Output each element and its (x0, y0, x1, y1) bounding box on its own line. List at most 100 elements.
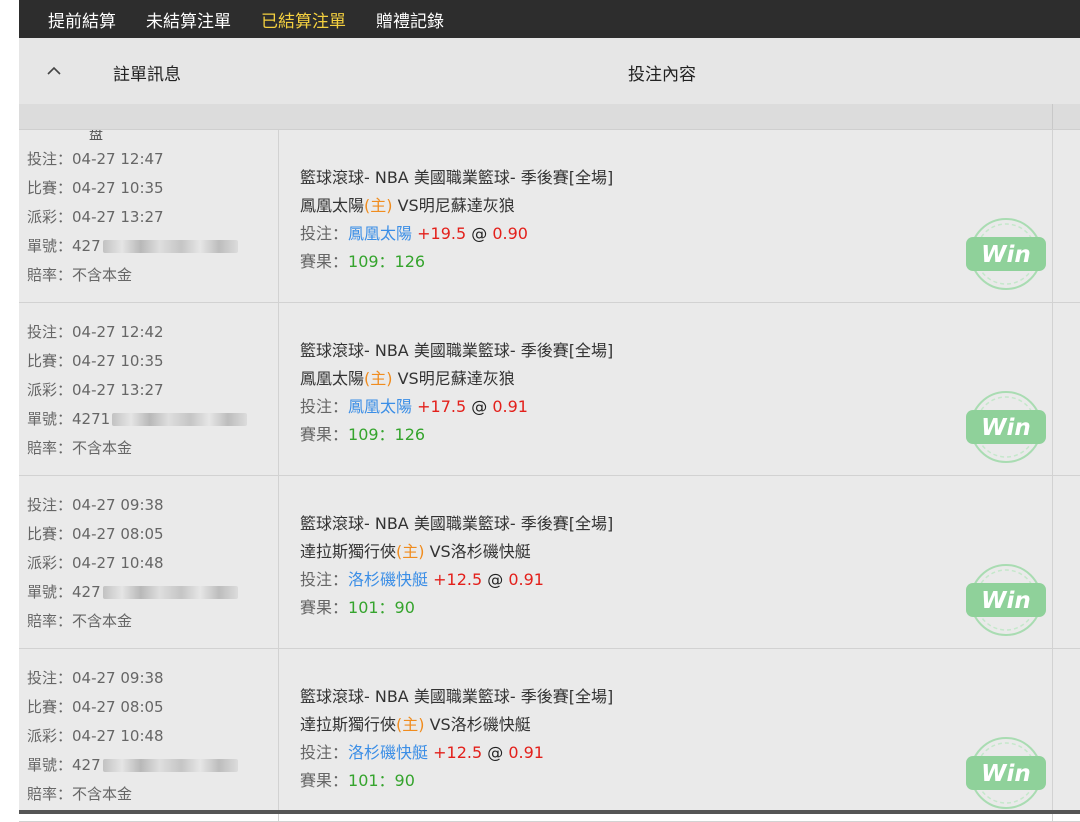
final-score: 101：90 (348, 771, 415, 790)
bet-pick: 投注：鳳凰太陽 +17.5 @ 0.91 (300, 393, 528, 417)
bet-history-panel: 提前結算 未結算注單 已結算注單 贈禮記錄 註單訊息 投注內容 盘 投注：04-… (19, 0, 1080, 822)
bet-row: 投注：04-27 12:42 比賽：04-27 10:35 派彩：04-27 1… (19, 303, 1080, 476)
order-number-text: 單號：427 (27, 237, 101, 255)
odds-value: 0.91 (492, 397, 528, 416)
pick-team: 洛杉磯快艇 (348, 570, 429, 589)
handicap: +17.5 (412, 397, 467, 416)
home-tag: (主) (364, 369, 393, 388)
win-badge-icon: Win (966, 391, 1046, 463)
handicap: +19.5 (412, 224, 467, 243)
bet-pick: 投注：洛杉磯快艇 +12.5 @ 0.91 (300, 739, 544, 763)
win-badge-icon: Win (966, 218, 1046, 290)
tab-settled-bets[interactable]: 已結算注單 (261, 7, 346, 32)
pick-team: 鳳凰太陽 (348, 397, 413, 416)
order-number: 單號：427 (27, 581, 238, 602)
home-team: 達拉斯獨行俠 (300, 542, 397, 561)
match-result: 賽果：109：126 (300, 248, 425, 272)
match-time: 比賽：04-27 08:05 (27, 698, 164, 716)
away-team: VS洛杉磯快艇 (424, 715, 531, 734)
match-time: 比賽：04-27 10:35 (27, 352, 164, 370)
order-number: 單號：427 (27, 754, 238, 775)
final-score: 109：126 (348, 252, 426, 271)
bet-content-cell: 籃球滾球- NBA 美國職業籃球- 季後賽[全場] 達拉斯獨行俠(主) VS洛杉… (279, 476, 1053, 648)
at-symbol: @ (466, 224, 493, 243)
odds-value: 0.90 (492, 224, 528, 243)
home-tag: (主) (396, 715, 425, 734)
odds-type: 賠率：不含本金 (27, 612, 133, 630)
win-badge-icon: Win (966, 564, 1046, 636)
handicap: +12.5 (428, 743, 483, 762)
at-symbol: @ (482, 570, 509, 589)
final-score: 109：126 (348, 425, 426, 444)
bet-info-cell: 投注：04-27 12:47 比賽：04-27 10:35 派彩：04-27 1… (19, 130, 279, 302)
league-name: 籃球滾球- NBA 美國職業籃球- 季後賽[全場] (300, 687, 614, 706)
odds-value: 0.91 (508, 570, 544, 589)
bet-time: 投注：04-27 09:38 (27, 496, 164, 514)
bet-info-cell: 投注：04-27 12:42 比賽：04-27 10:35 派彩：04-27 1… (19, 303, 279, 475)
bet-content-cell: 籃球滾球- NBA 美國職業籃球- 季後賽[全場] 鳳凰太陽(主) VS明尼蘇達… (279, 130, 1053, 302)
win-badge-text: Win (981, 415, 1031, 441)
tab-early-settlement[interactable]: 提前結算 (48, 7, 116, 32)
win-badge-icon: Win (966, 737, 1046, 809)
pick-team: 洛杉磯快艇 (348, 743, 429, 762)
column-header-bet-info: 註單訊息 (113, 65, 181, 85)
away-team: VS洛杉磯快艇 (424, 542, 531, 561)
bet-time: 投注：04-27 09:38 (27, 669, 164, 687)
order-number: 單號：427 (27, 235, 238, 256)
odds-type: 賠率：不含本金 (27, 266, 133, 284)
pick-label: 投注： (300, 570, 349, 589)
pick-label: 投注： (300, 743, 349, 762)
column-header-bet-content: 投注內容 (628, 65, 696, 85)
tab-unsettled-bets[interactable]: 未結算注單 (146, 7, 231, 32)
result-label: 賽果： (300, 771, 349, 790)
league-name: 籃球滾球- NBA 美國職業籃球- 季後賽[全場] (300, 514, 614, 533)
pick-label: 投注： (300, 397, 349, 416)
chevron-up-icon[interactable] (47, 64, 61, 78)
home-tag: (主) (396, 542, 425, 561)
result-label: 賽果： (300, 252, 349, 271)
handicap: +12.5 (428, 570, 483, 589)
odds-value: 0.91 (508, 743, 544, 762)
bet-time: 投注：04-27 12:47 (27, 150, 164, 168)
table-header: 註單訊息 投注內容 盘 (19, 38, 1080, 142)
payout-time: 派彩：04-27 10:48 (27, 554, 164, 572)
match-teams: 達拉斯獨行俠(主) VS洛杉磯快艇 (300, 711, 531, 735)
top-nav-tabs: 提前結算 未結算注單 已結算注單 贈禮記錄 (19, 0, 1080, 38)
at-symbol: @ (466, 397, 493, 416)
redacted-order-number (102, 586, 238, 599)
order-number-text: 單號：4271 (27, 410, 111, 428)
bet-time: 投注：04-27 12:42 (27, 323, 164, 341)
tab-gift-records[interactable]: 贈禮記錄 (376, 7, 444, 32)
match-result: 賽果：101：90 (300, 767, 415, 791)
sub-header-band (19, 104, 1080, 130)
home-team: 鳳凰太陽 (300, 369, 365, 388)
bet-content-cell: 籃球滾球- NBA 美國職業籃球- 季後賽[全場] 鳳凰太陽(主) VS明尼蘇達… (279, 303, 1053, 475)
league-name: 籃球滾球- NBA 美國職業籃球- 季後賽[全場] (300, 168, 614, 187)
final-score: 101：90 (348, 598, 415, 617)
payout-time: 派彩：04-27 13:27 (27, 208, 164, 226)
bet-info-cell: 投注：04-27 09:38 比賽：04-27 08:05 派彩：04-27 1… (19, 476, 279, 648)
result-label: 賽果： (300, 425, 349, 444)
home-tag: (主) (364, 196, 393, 215)
away-team: VS明尼蘇達灰狼 (392, 369, 515, 388)
order-number: 單號：4271 (27, 408, 248, 429)
match-time: 比賽：04-27 10:35 (27, 179, 164, 197)
bet-row: 投注：04-27 12:47 比賽：04-27 10:35 派彩：04-27 1… (19, 130, 1080, 303)
at-symbol: @ (482, 743, 509, 762)
odds-type: 賠率：不含本金 (27, 439, 133, 457)
bet-row: 投注：04-27 09:38 比賽：04-27 08:05 派彩：04-27 1… (19, 476, 1080, 649)
home-team: 鳳凰太陽 (300, 196, 365, 215)
bet-pick: 投注：洛杉磯快艇 +12.5 @ 0.91 (300, 566, 544, 590)
pick-team: 鳳凰太陽 (348, 224, 413, 243)
match-teams: 鳳凰太陽(主) VS明尼蘇達灰狼 (300, 192, 515, 216)
redacted-order-number (102, 759, 238, 772)
result-label: 賽果： (300, 598, 349, 617)
redacted-order-number (112, 413, 248, 426)
match-result: 賽果：101：90 (300, 594, 415, 618)
bet-content-cell: 籃球滾球- NBA 美國職業籃球- 季後賽[全場] 達拉斯獨行俠(主) VS洛杉… (279, 649, 1053, 821)
bet-pick: 投注：鳳凰太陽 +19.5 @ 0.90 (300, 220, 528, 244)
league-name: 籃球滾球- NBA 美國職業籃球- 季後賽[全場] (300, 341, 614, 360)
away-team: VS明尼蘇達灰狼 (392, 196, 515, 215)
win-badge-text: Win (981, 242, 1031, 268)
bet-list: 投注：04-27 12:47 比賽：04-27 10:35 派彩：04-27 1… (19, 130, 1080, 822)
